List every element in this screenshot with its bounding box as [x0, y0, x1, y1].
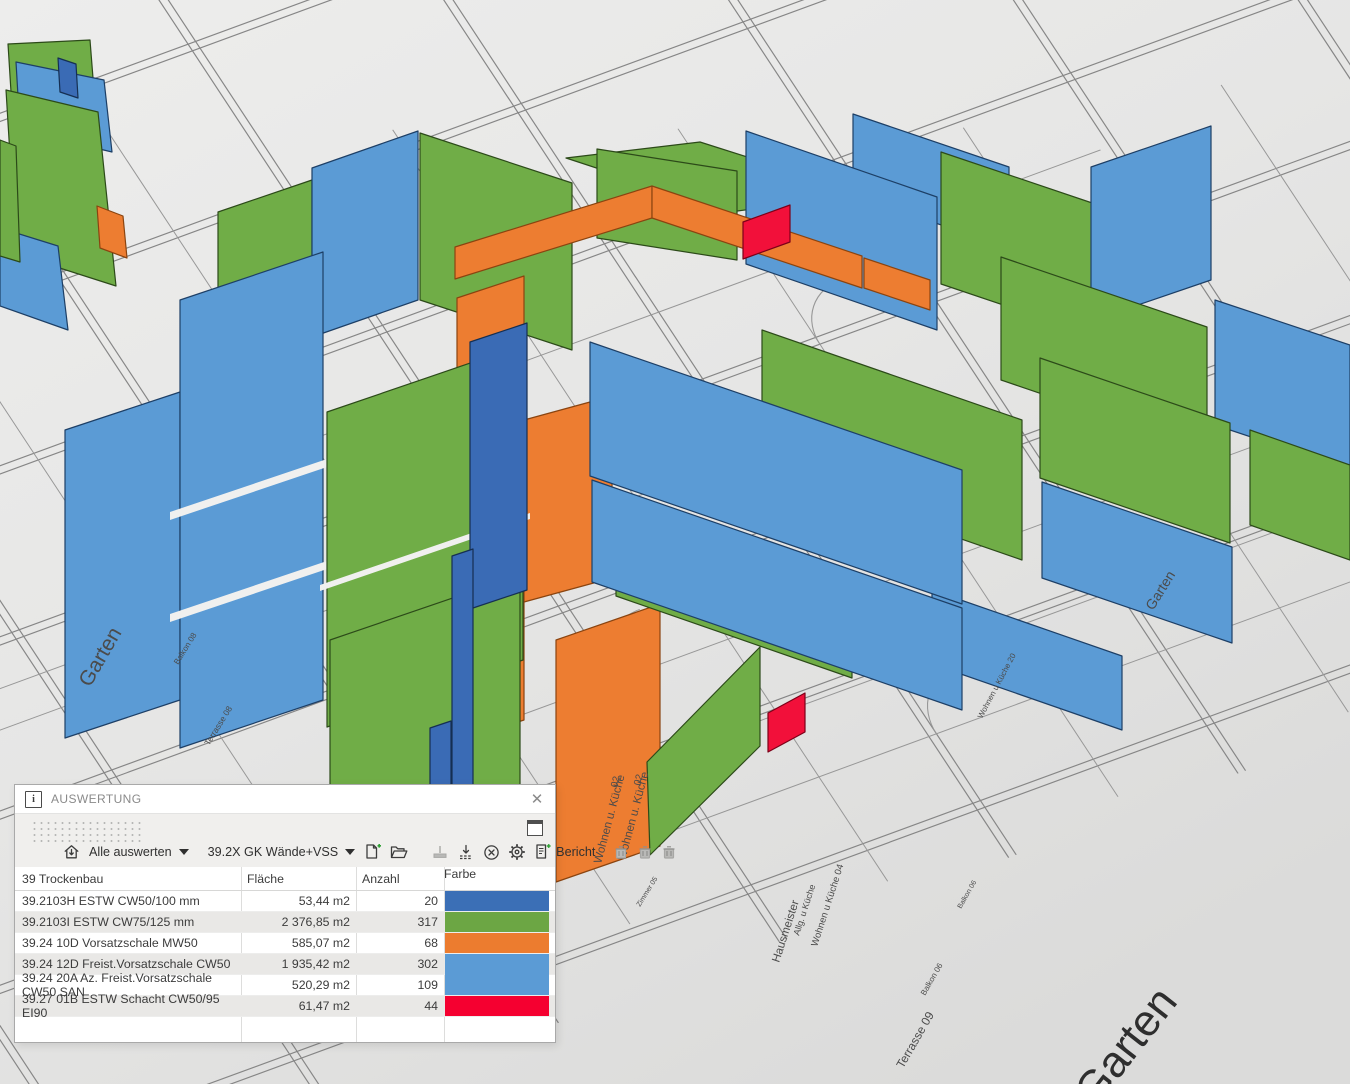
column-header-flaeche[interactable]: Fläche	[241, 872, 356, 886]
row-name: 39.2103I ESTW CW75/125 mm	[15, 915, 241, 929]
trash-icon	[661, 844, 677, 860]
row-anzahl: 68	[356, 936, 444, 950]
column-header-anzahl[interactable]: Anzahl	[356, 872, 444, 886]
chevron-down-icon[interactable]	[345, 849, 355, 855]
row-name: 39.24 12D Freist.Vorsatzschale CW50	[15, 957, 241, 971]
row-flaeche: 53,44 m2	[241, 894, 356, 908]
row-flaeche: 520,29 m2	[241, 978, 356, 992]
trash-icon	[613, 844, 629, 860]
color-swatch	[445, 912, 549, 932]
color-swatch	[445, 891, 549, 911]
chevron-down-icon[interactable]	[179, 849, 189, 855]
info-icon: i	[25, 791, 42, 808]
auswertung-panel: i AUSWERTUNG ✕ Alle auswerten 39.2X GK W…	[14, 784, 556, 1043]
column-header-trockenbau[interactable]: 39 Trockenbau	[15, 872, 241, 886]
clear-result-icon[interactable]	[483, 844, 500, 861]
row-flaeche: 585,07 m2	[241, 936, 356, 950]
wall-panel	[180, 252, 323, 748]
application-viewport: Garten Balkon 08 Terrasse 08 Wohnen u. K…	[0, 0, 1350, 1084]
bericht-button[interactable]: Bericht	[556, 845, 595, 859]
report-document-icon[interactable]	[534, 843, 552, 861]
row-flaeche: 1 935,42 m2	[241, 957, 356, 971]
row-flaeche: 2 376,85 m2	[241, 915, 356, 929]
wall-panel	[470, 323, 527, 609]
row-name: 39.2103H ESTW CW50/100 mm	[15, 894, 241, 908]
toolbar: Alle auswerten 39.2X GK Wände+VSS	[15, 839, 555, 865]
trash-icon	[637, 844, 653, 860]
open-folder-icon[interactable]	[390, 844, 409, 860]
table-row[interactable]: 39.2103H ESTW CW50/100 mm 53,44 m2 20	[15, 891, 555, 912]
close-icon[interactable]: ✕	[529, 791, 545, 807]
scope-dropdown[interactable]: Alle auswerten	[89, 845, 172, 859]
table-row[interactable]: 39.2103I ESTW CW75/125 mm 2 376,85 m2 31…	[15, 912, 555, 933]
row-flaeche: 61,47 m2	[241, 999, 356, 1013]
evaluation-table: 39 Trockenbau Fläche Anzahl Farbe 39.210…	[15, 867, 555, 1042]
row-anzahl: 20	[356, 894, 444, 908]
row-anzahl: 317	[356, 915, 444, 929]
color-swatch	[445, 933, 549, 953]
table-row[interactable]: 39.24 10D Vorsatzschale MW50 585,07 m2 6…	[15, 933, 555, 954]
row-name: 39.27 01B ESTW Schacht CW50/95 EI90	[15, 992, 241, 1020]
panel-header-area: Alle auswerten 39.2X GK Wände+VSS	[15, 813, 555, 868]
panel-title: AUSWERTUNG	[51, 792, 141, 806]
preset-dropdown[interactable]: 39.2X GK Wände+VSS	[208, 845, 339, 859]
dock-window-icon[interactable]	[527, 820, 543, 836]
import-download-icon[interactable]	[457, 844, 475, 860]
home-evaluate-icon[interactable]	[63, 844, 80, 860]
color-swatch	[445, 996, 549, 1016]
row-anzahl: 109	[356, 978, 444, 992]
panel-titlebar[interactable]: i AUSWERTUNG ✕	[15, 785, 555, 813]
row-name: 39.24 10D Vorsatzschale MW50	[15, 936, 241, 950]
color-swatch	[445, 975, 549, 995]
wall-panel	[0, 140, 20, 262]
row-anzahl: 44	[356, 999, 444, 1013]
wall-panel	[58, 58, 78, 98]
new-document-icon[interactable]	[364, 843, 382, 861]
wall-panel	[65, 392, 180, 738]
place-result-icon	[431, 844, 449, 860]
wall-panel	[312, 131, 418, 337]
color-swatch	[445, 954, 549, 975]
table-header[interactable]: 39 Trockenbau Fläche Anzahl Farbe	[15, 867, 555, 891]
settings-gear-icon[interactable]	[508, 843, 526, 861]
table-row[interactable]: 39.27 01B ESTW Schacht CW50/95 EI90 61,4…	[15, 996, 555, 1017]
row-anzahl: 302	[356, 957, 444, 971]
column-header-farbe[interactable]: Farbe	[444, 867, 555, 890]
